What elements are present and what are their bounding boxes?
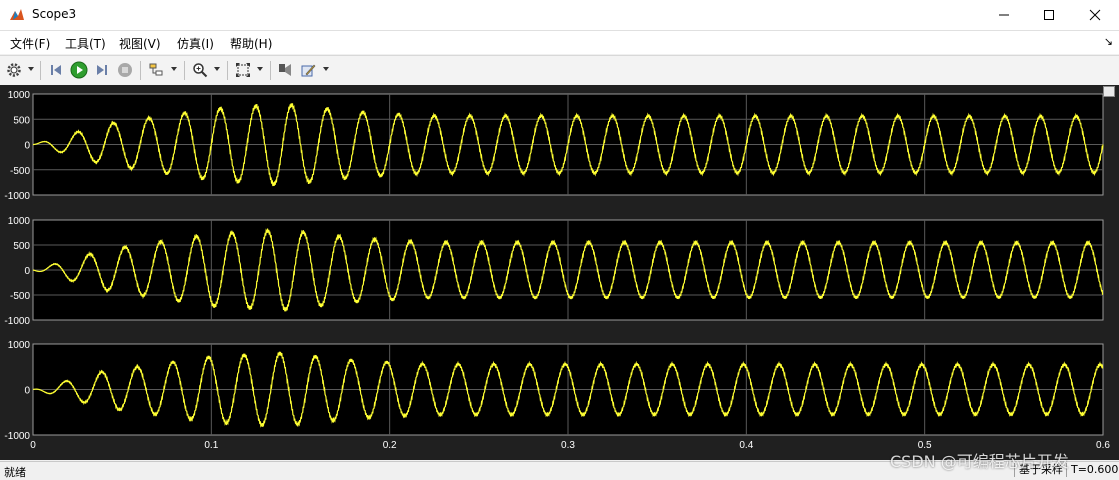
scope-axes-svg: 10005000-500-100010005000-500-100010000-… [4,90,1110,451]
axes-3-ytick-label: 0 [24,386,30,397]
axes-3-ytick-label: 1000 [8,340,31,351]
highlight-block-icon [149,63,163,76]
scope-figure: 1000 500 0 -500 -1000 1000 500 0 -500 -1000 1000 0-… [0,85,1119,460]
axes-2-ytick-label: -1000 [4,316,30,327]
style-dropdown[interactable] [323,67,329,71]
minimize-button[interactable] [981,0,1027,30]
axes-3-ytick-label: -1000 [4,431,30,442]
autoscale-icon [236,63,250,77]
axes-1-ytick-label: 0 [24,141,30,152]
menu-tools[interactable]: 工具(T) [65,35,106,52]
axes-2-ytick-label: 1000 [8,216,31,227]
cursor-measure-icon [279,64,291,76]
autoscale-button[interactable] [234,61,252,79]
menu-simulation[interactable]: 仿真(I) [177,35,214,52]
zoom-button[interactable] [191,61,209,79]
axes-2-ytick-label: 500 [13,241,30,252]
menu-help[interactable]: 帮助(H) [230,35,272,52]
step-forward-button[interactable] [93,61,111,79]
zoom-dropdown[interactable] [214,67,220,71]
undock-axes-button[interactable] [1103,86,1115,97]
step-back-icon [51,65,61,75]
toolbar-separator [227,61,228,80]
style-edit-button[interactable] [299,61,317,79]
settings-button[interactable] [5,61,23,79]
minimize-icon [999,14,1009,16]
window-title: Scope3 [32,7,77,21]
stop-icon [118,63,132,77]
cursor-measure-button[interactable] [276,61,294,79]
axes-2-ytick-label: -500 [10,291,30,302]
zoom-icon [193,63,208,78]
watermark: CSDN @可编程芯片开发 [890,452,1069,471]
toolbar [0,55,1119,86]
settings-icon [7,63,21,77]
axes-1-ytick-label: -1000 [4,191,30,202]
close-button[interactable] [1072,0,1118,30]
matlab-scope-icon [9,7,25,23]
axes-3-xtick-label: 0.3 [561,440,575,451]
menu-view[interactable]: 视图(V) [119,35,161,52]
axes-3-xtick-label: 0 [30,440,36,451]
toolbar-separator [270,61,271,80]
axes-3-xtick-label: 0.2 [383,440,397,451]
axes-1-ytick-label: -500 [10,166,30,177]
dock-button[interactable]: ↘ [1104,35,1113,48]
maximize-button[interactable] [1026,0,1072,30]
axes-1-ytick-label: 500 [13,115,30,126]
highlight-dropdown[interactable] [171,67,177,71]
stop-button[interactable] [116,61,134,79]
axes-3-xtick-label: 0.4 [739,440,753,451]
sim-time: T=0.600 [1066,463,1118,477]
step-back-button[interactable] [47,61,65,79]
run-button[interactable] [70,61,88,79]
step-forward-icon [97,65,107,75]
axes-1-ytick-label: 1000 [8,90,31,101]
menu-file[interactable]: 文件(F) [10,35,50,52]
title-bar: Scope3 [0,0,1119,31]
axes-2-ytick-label: 0 [24,266,30,277]
close-icon [1089,9,1101,21]
autoscale-dropdown[interactable] [257,67,263,71]
axes-3-xtick-label: 0.6 [1096,440,1110,451]
toolbar-separator [40,61,41,80]
style-edit-icon [301,64,316,77]
highlight-block-button[interactable] [147,61,165,79]
maximize-icon [1044,10,1054,20]
menu-bar: 文件(F) 工具(T) 视图(V) 仿真(I) 帮助(H) ↘ [0,31,1119,54]
toolbar-separator [184,61,185,80]
toolbar-separator [140,61,141,80]
run-icon [70,61,88,79]
axes-3-xtick-label: 0.1 [204,440,218,451]
settings-dropdown[interactable] [28,67,34,71]
